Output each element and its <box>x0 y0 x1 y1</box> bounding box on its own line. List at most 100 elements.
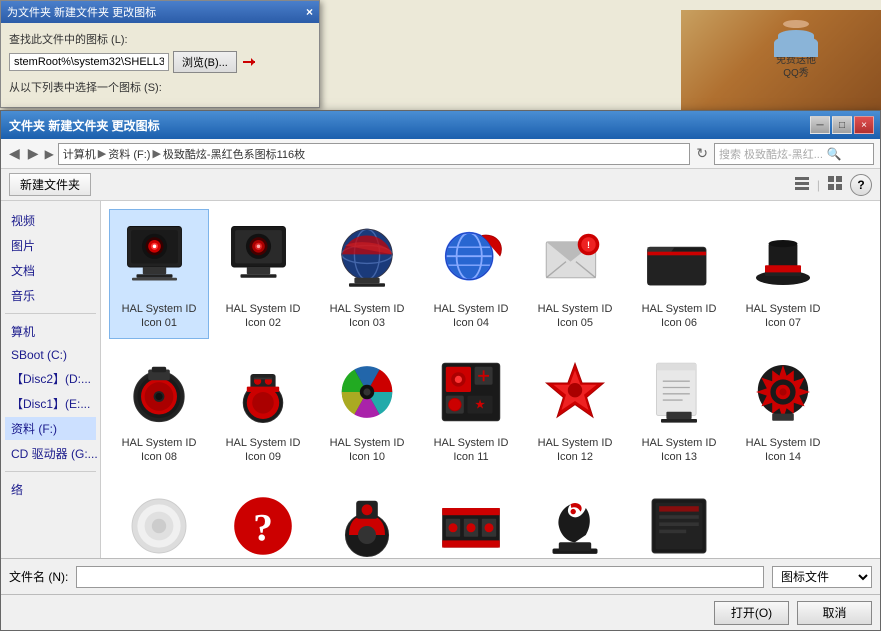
large-icon-view-icon <box>827 175 843 191</box>
search-box[interactable]: 搜索 极致酷炫-黑红... 🔍 <box>714 143 874 165</box>
bg-dialog-body: 查找此文件中的图标 (L): 浏览(B)... 从以下列表中选择一个图标 (S)… <box>1 23 319 107</box>
bottom-filename-bar: 文件名 (N): 图标文件 <box>1 558 880 594</box>
icon-image-06 <box>639 218 719 298</box>
icon-item-02[interactable]: HAL System ID Icon 02 <box>213 209 313 339</box>
refresh-button[interactable]: ↻ <box>694 145 710 162</box>
icon-item-13[interactable]: HAL System ID Icon 13 <box>629 343 729 473</box>
list-view-icon <box>794 175 810 191</box>
icon-image-02 <box>223 218 303 298</box>
icon-item-05[interactable]: ! HAL System ID Icon 05 <box>525 209 625 339</box>
bg-dialog-title-text: 为文件夹 新建文件夹 更改图标 <box>7 4 156 20</box>
sep2: ▶ <box>152 147 160 160</box>
bg-dialog-row1: 浏览(B)... <box>9 51 311 73</box>
sidebar-item-data[interactable]: 资料 (F:) <box>5 417 96 440</box>
forward-button[interactable]: ▶ <box>26 145 41 162</box>
sidebar-item-music[interactable]: 音乐 <box>5 284 96 307</box>
filename-label: 文件名 (N): <box>9 568 68 585</box>
icon-label-05: HAL System ID Icon 05 <box>530 302 620 331</box>
icon-label-14: HAL System ID Icon 14 <box>738 436 828 465</box>
icon-item-20[interactable]: HAL System ID Icon 20 <box>629 477 729 558</box>
icon-image-12 <box>535 352 615 432</box>
icon-label-04: HAL System ID Icon 04 <box>426 302 516 331</box>
icon-item-16[interactable]: ? HAL System ID Icon 16 <box>213 477 313 558</box>
icon-item-19[interactable]: HAL System ID Icon 19 <box>525 477 625 558</box>
sidebar-item-picture[interactable]: 图片 <box>5 234 96 257</box>
view-large-icon-button[interactable] <box>822 172 848 197</box>
icon-item-10[interactable]: HAL System ID Icon 10 <box>317 343 417 473</box>
icon-item-06[interactable]: HAL System ID Icon 06 <box>629 209 729 339</box>
icon-item-04[interactable]: HAL System ID Icon 04 <box>421 209 521 339</box>
search-placeholder-text: 搜索 极致酷炫-黑红... <box>719 146 823 162</box>
svg-text:!: ! <box>587 240 590 250</box>
sidebar-item-network[interactable]: 络 <box>5 478 96 501</box>
icon-item-03[interactable]: HAL System ID Icon 03 <box>317 209 417 339</box>
background-dialog: 为文件夹 新建文件夹 更改图标 × 查找此文件中的图标 (L): 浏览(B)..… <box>0 0 320 108</box>
icon-item-11[interactable]: ★ HAL System ID Icon 11 <box>421 343 521 473</box>
qq-avatar[interactable]: 点此 免费送他QQ秀 <box>771 20 821 80</box>
icon-image-17 <box>327 486 407 558</box>
icon-item-15[interactable]: HAL System ID Icon 15 <box>109 477 209 558</box>
sidebar-item-sboot[interactable]: SBoot (C:) <box>5 345 96 365</box>
toolbar: ◀ ▶ ▶ 计算机 ▶ 资料 (F:) ▶ 极致酷炫-黑红色系图标116枚 ↻ … <box>1 139 880 169</box>
icon-item-12[interactable]: HAL System ID Icon 12 <box>525 343 625 473</box>
content-area: 视频 图片 文档 音乐 算机 SBoot (C:) 【Disc2】(D:... … <box>1 201 880 558</box>
sidebar-item-computer[interactable]: 算机 <box>5 320 96 343</box>
icon-image-16: ? <box>223 486 303 558</box>
back-button[interactable]: ◀ <box>7 145 22 162</box>
qq-avatar-head <box>783 20 809 28</box>
action-bar: 新建文件夹 | ? <box>1 169 880 201</box>
sidebar-item-cd[interactable]: CD 驱动器 (G:... <box>5 442 96 465</box>
maximize-button[interactable]: □ <box>832 116 852 134</box>
sidebar-divider2 <box>5 471 96 472</box>
icon-item-17[interactable]: HAL System ID Icon 17 <box>317 477 417 558</box>
svg-text:?: ? <box>253 505 273 549</box>
browse-button[interactable]: 浏览(B)... <box>173 51 237 73</box>
sidebar-item-disc1[interactable]: 【Disc1】(E:... <box>5 392 96 415</box>
bg-dialog-title: 为文件夹 新建文件夹 更改图标 × <box>1 1 319 23</box>
filename-input[interactable] <box>76 566 764 588</box>
arrow-indicator <box>241 54 257 70</box>
icon-image-01 <box>119 218 199 298</box>
icon-item-18[interactable]: HAL System ID Icon 18 <box>421 477 521 558</box>
icon-grid: HAL System ID Icon 01 HAL System ID Icon… <box>101 201 880 558</box>
icon-image-08 <box>119 352 199 432</box>
icon-item-14[interactable]: HAL System ID Icon 14 <box>733 343 833 473</box>
icon-image-07 <box>743 218 823 298</box>
icon-label-01: HAL System ID Icon 01 <box>114 302 204 331</box>
bg-dialog-label1: 查找此文件中的图标 (L): <box>9 31 311 47</box>
sidebar-divider1 <box>5 313 96 314</box>
search-icon: 🔍 <box>827 147 842 161</box>
icon-image-11: ★ <box>431 352 511 432</box>
breadcrumb-separator: ▶ <box>45 147 54 161</box>
main-dialog: 文件夹 新建文件夹 更改图标 ─ □ × ◀ ▶ ▶ 计算机 ▶ 资料 (F:)… <box>0 110 881 631</box>
icon-item-07[interactable]: HAL System ID Icon 07 <box>733 209 833 339</box>
icon-label-10: HAL System ID Icon 10 <box>322 436 412 465</box>
cancel-button[interactable]: 取消 <box>797 601 872 625</box>
open-button[interactable]: 打开(O) <box>714 601 789 625</box>
help-button[interactable]: ? <box>850 174 872 196</box>
icon-label-12: HAL System ID Icon 12 <box>530 436 620 465</box>
view-buttons: | ? <box>789 172 872 197</box>
icon-image-20 <box>639 486 719 558</box>
sidebar-item-disc2[interactable]: 【Disc2】(D:... <box>5 367 96 390</box>
icon-image-05: ! <box>535 218 615 298</box>
new-folder-button[interactable]: 新建文件夹 <box>9 173 91 196</box>
icon-item-08[interactable]: HAL System ID Icon 08 <box>109 343 209 473</box>
icon-image-09 <box>223 352 303 432</box>
icon-image-10 <box>327 352 407 432</box>
address-bar[interactable]: 计算机 ▶ 资料 (F:) ▶ 极致酷炫-黑红色系图标116枚 <box>58 143 690 165</box>
dialog-title: 文件夹 新建文件夹 更改图标 <box>9 117 160 134</box>
sidebar-item-video[interactable]: 视频 <box>5 209 96 232</box>
icon-item-01[interactable]: HAL System ID Icon 01 <box>109 209 209 339</box>
filetype-select[interactable]: 图标文件 <box>772 566 872 588</box>
minimize-button[interactable]: ─ <box>810 116 830 134</box>
bg-dialog-close-button[interactable]: × <box>306 6 313 18</box>
icon-item-09[interactable]: HAL System ID Icon 09 <box>213 343 313 473</box>
icon-label-06: HAL System ID Icon 06 <box>634 302 724 331</box>
title-bar: 文件夹 新建文件夹 更改图标 ─ □ × <box>1 111 880 139</box>
bg-dialog-path-input[interactable] <box>9 53 169 71</box>
sidebar-item-document[interactable]: 文档 <box>5 259 96 282</box>
close-button[interactable]: × <box>854 116 874 134</box>
view-list-button[interactable] <box>789 172 815 197</box>
path-part3: 极致酷炫-黑红色系图标116枚 <box>163 146 305 162</box>
